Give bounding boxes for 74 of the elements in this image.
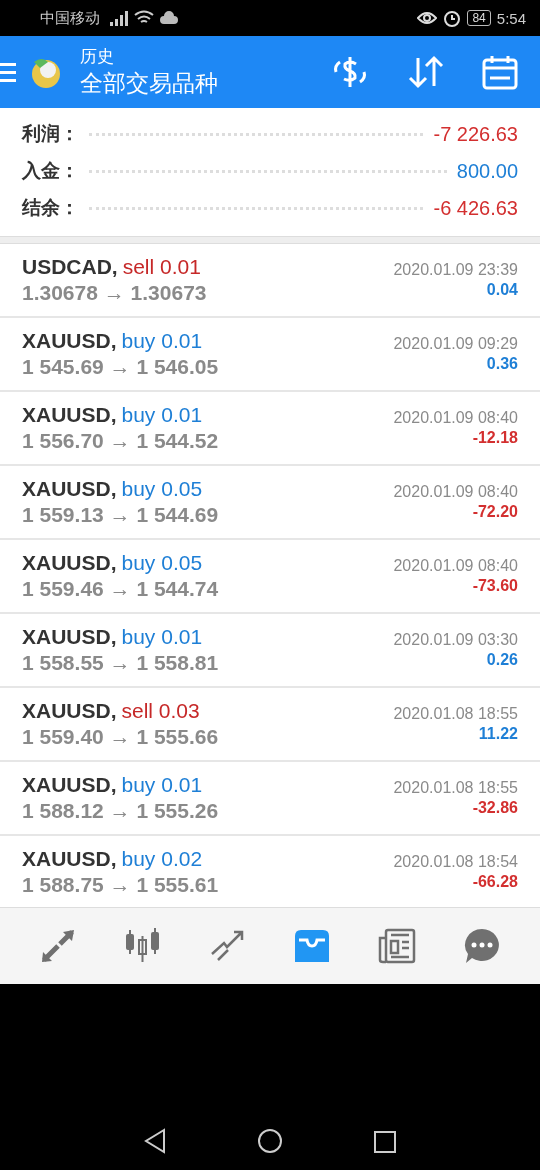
trade-profit: -72.20: [472, 503, 518, 521]
clock-time: 5:54: [496, 9, 526, 27]
home-icon[interactable]: [257, 1128, 283, 1154]
trade-row[interactable]: XAUUSD, sell 0.03 1 559.40 → 1 555.66 2020.01.08 18:55 11.22: [0, 688, 540, 762]
summary-label: 利润：: [22, 122, 79, 146]
trade-action: buy 0.02: [121, 847, 203, 871]
summary-value: -7 226.63: [433, 122, 518, 146]
trade-prices: 1 556.70 → 1 544.52: [22, 429, 219, 453]
trade-time: 2020.01.09 08:40: [393, 409, 518, 427]
trade-row[interactable]: XAUUSD, buy 0.05 1 559.13 → 1 544.69 2020.01.09 08:40 -72.20: [0, 466, 540, 540]
trade-prices: 1 559.13 → 1 544.69: [22, 503, 219, 527]
summary-value: 800.00: [456, 159, 518, 183]
trade-prices: 1 545.69 → 1 546.05: [22, 355, 219, 379]
recents-icon[interactable]: [373, 1130, 397, 1154]
trade-action: buy 0.01: [121, 773, 203, 797]
calendar-icon[interactable]: [482, 54, 518, 90]
trade-profit: 11.22: [478, 725, 518, 743]
trade-profit: -12.18: [472, 429, 518, 447]
trade-row[interactable]: USDCAD, sell 0.01 1.30678 → 1.30673 2020.01.09 23:39 0.04: [0, 244, 540, 318]
trade-time: 2020.01.09 08:40: [393, 483, 518, 501]
trade-action: sell 0.01: [122, 255, 201, 279]
trade-symbol: XAUUSD,: [22, 625, 117, 649]
trade-symbol: XAUUSD,: [22, 847, 117, 871]
trade-row[interactable]: XAUUSD, buy 0.01 1 588.12 → 1 555.26 2020.01.08 18:55 -32.86: [0, 762, 540, 836]
trade-time: 2020.01.09 08:40: [393, 557, 518, 575]
trade-prices: 1 558.55 → 1 558.81: [22, 651, 219, 675]
trade-prices: 1.30678 → 1.30673: [22, 281, 207, 305]
trade-time: 2020.01.09 03:30: [393, 631, 518, 649]
trade-time: 2020.01.09 09:29: [393, 335, 518, 353]
trade-time: 2020.01.08 18:55: [393, 705, 518, 723]
trade-profit: -73.60: [472, 577, 518, 595]
trade-row[interactable]: XAUUSD, buy 0.05 1 559.46 → 1 544.74 2020.01.09 08:40 -73.60: [0, 540, 540, 614]
trade-symbol: XAUUSD,: [22, 551, 117, 575]
trade-symbol: XAUUSD,: [22, 773, 117, 797]
summary-label: 入金：: [22, 159, 79, 183]
trade-prices: 1 559.46 → 1 544.74: [22, 577, 219, 601]
eye-icon: [417, 11, 438, 25]
trade-time: 2020.01.08 18:54: [393, 853, 518, 871]
trade-symbol: XAUUSD,: [22, 699, 117, 723]
cloud-icon: [160, 11, 178, 25]
trade-row[interactable]: XAUUSD, buy 0.01 1 556.70 → 1 544.52 2020.01.09 08:40 -12.18: [0, 392, 540, 466]
trade-action: buy 0.01: [121, 403, 203, 427]
trade-profit: -66.28: [472, 873, 518, 891]
summary-value: -6 426.63: [433, 196, 518, 220]
trade-profit: -32.86: [472, 799, 518, 817]
trade-symbol: USDCAD,: [22, 255, 118, 279]
trade-prices: 1 559.40 → 1 555.66: [22, 725, 219, 749]
trade-symbol: XAUUSD,: [22, 477, 117, 501]
trade-row[interactable]: XAUUSD, buy 0.01 1 558.55 → 1 558.81 2020.01.09 03:30 0.26: [0, 614, 540, 688]
trade-time: 2020.01.09 23:39: [393, 261, 518, 279]
screen-title: 全部交易品种: [80, 69, 219, 98]
trade-profit: 0.36: [486, 355, 518, 373]
trade-profit: 0.26: [486, 651, 518, 669]
trade-action: buy 0.05: [121, 477, 203, 501]
carrier-name: 中国移动: [40, 8, 100, 28]
sort-arrows-icon[interactable]: [406, 54, 446, 90]
alarm-clock-icon: [443, 9, 462, 27]
wifi-icon: [134, 10, 154, 26]
trade-action: sell 0.03: [121, 699, 200, 723]
trade-action: buy 0.05: [121, 551, 203, 575]
menu-icon[interactable]: [0, 61, 16, 83]
screen-subtitle: 历史: [80, 46, 115, 68]
trade-action: buy 0.01: [121, 625, 203, 649]
trade-prices: 1 588.12 → 1 555.26: [22, 799, 219, 823]
trade-time: 2020.01.08 18:55: [393, 779, 518, 797]
trade-symbol: XAUUSD,: [22, 403, 117, 427]
back-icon[interactable]: [143, 1128, 167, 1154]
trade-action: buy 0.01: [121, 329, 203, 353]
trade-profit: 0.04: [486, 281, 518, 299]
trade-symbol: XAUUSD,: [22, 329, 117, 353]
trade-row[interactable]: XAUUSD, buy 0.01 1 545.69 → 1 546.05 2020.01.09 09:29 0.36: [0, 318, 540, 392]
summary-label: 结余：: [22, 196, 79, 220]
battery-level: 84: [467, 10, 491, 26]
trade-prices: 1 588.75 → 1 555.61: [22, 873, 219, 897]
